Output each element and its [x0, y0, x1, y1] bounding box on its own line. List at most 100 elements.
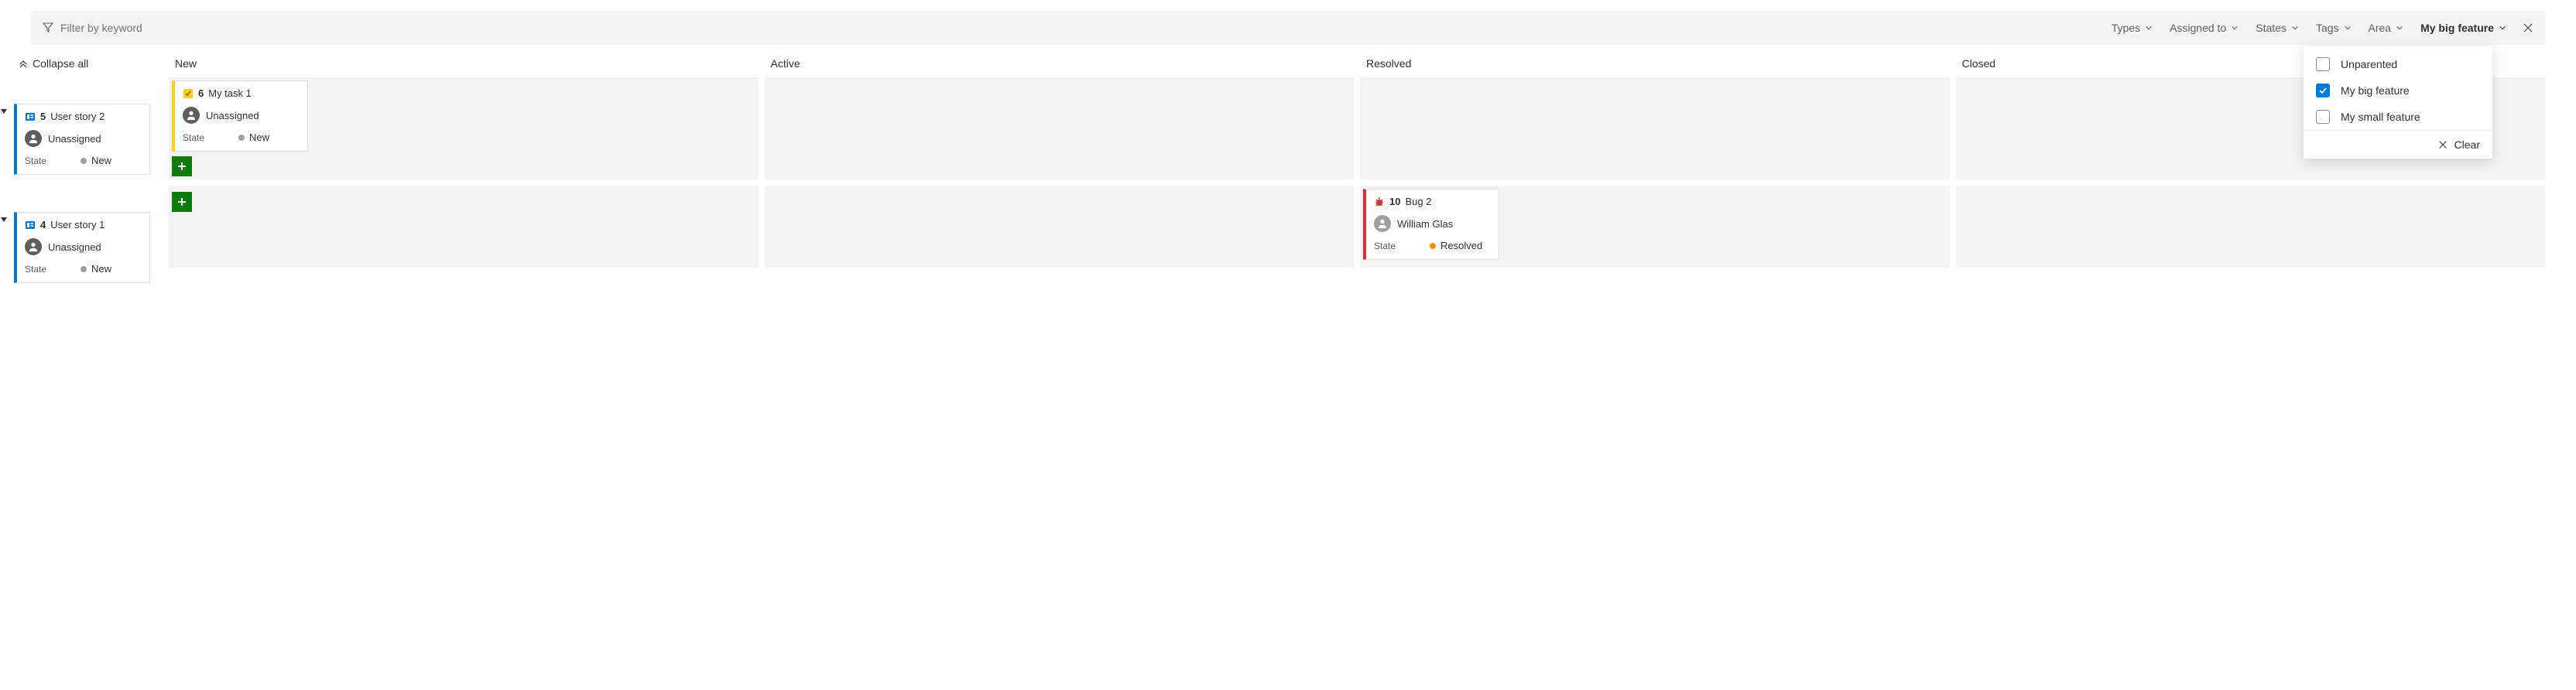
- state-value: New: [80, 155, 111, 166]
- filter-icon: [42, 21, 54, 36]
- column-header-new: New: [169, 57, 759, 70]
- dropdown-footer: Clear: [2304, 130, 2492, 159]
- filter-dd-label: Assigned to: [2170, 22, 2226, 34]
- row-header: 4 User story 1 Unassigned State New: [14, 212, 169, 294]
- assignee-name: Unassigned: [206, 110, 259, 121]
- work-item-card[interactable]: 4 User story 1 Unassigned State New: [14, 212, 150, 283]
- task-icon: [183, 88, 194, 99]
- filter-dropdown-tags[interactable]: Tags: [2316, 22, 2352, 34]
- userstory-icon: [25, 111, 36, 122]
- filter-dropdown-assigned-to[interactable]: Assigned to: [2170, 22, 2239, 34]
- checkbox-icon: [2316, 84, 2330, 97]
- work-item-card[interactable]: 6 My task 1 Unassigned State New: [172, 80, 308, 152]
- chevron-down-icon: [2499, 24, 2506, 32]
- avatar-icon: [1374, 215, 1391, 232]
- filter-dd-label: States: [2256, 22, 2287, 34]
- work-item-id: 4: [40, 219, 46, 231]
- state-dot-icon: [1430, 243, 1436, 249]
- assignee-name: Unassigned: [48, 241, 101, 253]
- assignee-row: Unassigned: [183, 107, 300, 124]
- column-header-resolved: Resolved: [1360, 57, 1950, 70]
- filter-option-label: My big feature: [2341, 84, 2410, 97]
- board-cell: [1956, 186, 2546, 268]
- chevron-down-icon: [2396, 24, 2403, 32]
- card-title-row: 4 User story 1: [25, 219, 142, 231]
- filter-dd-label: My big feature: [2420, 22, 2494, 34]
- filter-dropdown-area[interactable]: Area: [2369, 22, 2404, 34]
- state-row: State Resolved: [1374, 240, 1491, 251]
- checkbox-icon: [2316, 110, 2330, 124]
- columns-area: NewActiveResolvedClosed 6 My task 1 Unas…: [169, 51, 2545, 294]
- state-label: State: [25, 264, 46, 275]
- card-title-row: 10 Bug 2: [1374, 196, 1491, 207]
- assignee-row: Unassigned: [25, 238, 142, 255]
- column-headers: NewActiveResolvedClosed: [169, 51, 2545, 77]
- board-cell: [169, 186, 759, 268]
- filter-dropdowns: Types Assigned to States Tags Area My big fea…: [2112, 22, 2506, 34]
- collapse-all-button[interactable]: Collapse all: [14, 51, 169, 76]
- filter-dd-label: Types: [2112, 22, 2140, 34]
- row-headers-column: Collapse all 5 User story 2 Unassigned S…: [14, 51, 169, 294]
- board-row: 6 My task 1 Unassigned State New: [169, 77, 2545, 179]
- collapse-all-label: Collapse all: [33, 57, 88, 70]
- state-label: State: [183, 132, 204, 143]
- row-expander[interactable]: [0, 213, 8, 226]
- filter-option-my-small-feature[interactable]: My small feature: [2304, 104, 2492, 130]
- parent-filter-dropdown-panel: Unparented My big feature My small feature…: [2304, 46, 2492, 159]
- state-label: State: [1374, 241, 1396, 251]
- state-row: State New: [25, 155, 142, 166]
- work-item-title: User story 1: [50, 219, 104, 231]
- avatar-icon: [25, 238, 42, 255]
- filter-dropdown-states[interactable]: States: [2256, 22, 2299, 34]
- chevron-down-icon: [2291, 24, 2299, 32]
- bug-icon: [1374, 196, 1385, 207]
- userstory-icon: [25, 220, 36, 231]
- add-card-button[interactable]: [172, 156, 192, 176]
- filter-dropdown-types[interactable]: Types: [2112, 22, 2153, 34]
- avatar-icon: [183, 107, 200, 124]
- state-dot-icon: [238, 135, 245, 141]
- state-value: New: [238, 132, 269, 143]
- chevron-down-icon: [2145, 24, 2153, 32]
- filter-input-wrap: [42, 21, 2112, 36]
- board-row: 10 Bug 2 William Glas State Resolved: [169, 186, 2545, 268]
- assignee-name: William Glas: [1397, 218, 1453, 230]
- clear-label: Clear: [2454, 138, 2480, 151]
- work-item-id: 5: [40, 111, 46, 122]
- work-item-card[interactable]: 5 User story 2 Unassigned State New: [14, 104, 150, 175]
- filter-option-my-big-feature[interactable]: My big feature: [2304, 77, 2492, 104]
- board-cell: 6 My task 1 Unassigned State New: [169, 77, 759, 179]
- close-filter-button[interactable]: [2522, 22, 2534, 34]
- board-cell: 10 Bug 2 William Glas State Resolved: [1360, 186, 1950, 268]
- filter-dropdown-my-big-feature[interactable]: My big feature: [2420, 22, 2506, 34]
- checkbox-icon: [2316, 57, 2330, 71]
- add-card-button[interactable]: [172, 192, 192, 212]
- filter-option-unparented[interactable]: Unparented: [2304, 51, 2492, 77]
- work-item-title: User story 2: [50, 111, 104, 122]
- work-item-id: 10: [1389, 196, 1400, 207]
- state-dot-icon: [80, 158, 87, 164]
- clear-filter-button[interactable]: Clear: [2437, 138, 2480, 151]
- filter-option-label: Unparented: [2341, 58, 2397, 70]
- chevron-down-icon: [2231, 24, 2239, 32]
- work-item-title: Bug 2: [1405, 196, 1431, 207]
- assignee-row: William Glas: [1374, 215, 1491, 232]
- card-title-row: 5 User story 2: [25, 111, 142, 122]
- avatar-icon: [25, 130, 42, 147]
- assignee-name: Unassigned: [48, 133, 101, 145]
- filter-bar: Types Assigned to States Tags Area My big fea…: [31, 11, 2545, 45]
- work-item-card[interactable]: 10 Bug 2 William Glas State Resolved: [1363, 189, 1499, 260]
- board-cell: [765, 77, 1355, 179]
- state-dot-icon: [80, 266, 87, 272]
- filter-dd-label: Area: [2369, 22, 2392, 34]
- board-cell: [1360, 77, 1950, 179]
- state-row: State New: [183, 132, 300, 143]
- filter-option-label: My small feature: [2341, 111, 2420, 123]
- state-label: State: [25, 155, 46, 166]
- row-header: 5 User story 2 Unassigned State New: [14, 104, 169, 206]
- work-item-id: 6: [198, 87, 204, 99]
- row-expander[interactable]: [0, 105, 8, 118]
- card-title-row: 6 My task 1: [183, 87, 300, 99]
- board-cell: [765, 186, 1355, 268]
- filter-keyword-input[interactable]: [60, 22, 2112, 34]
